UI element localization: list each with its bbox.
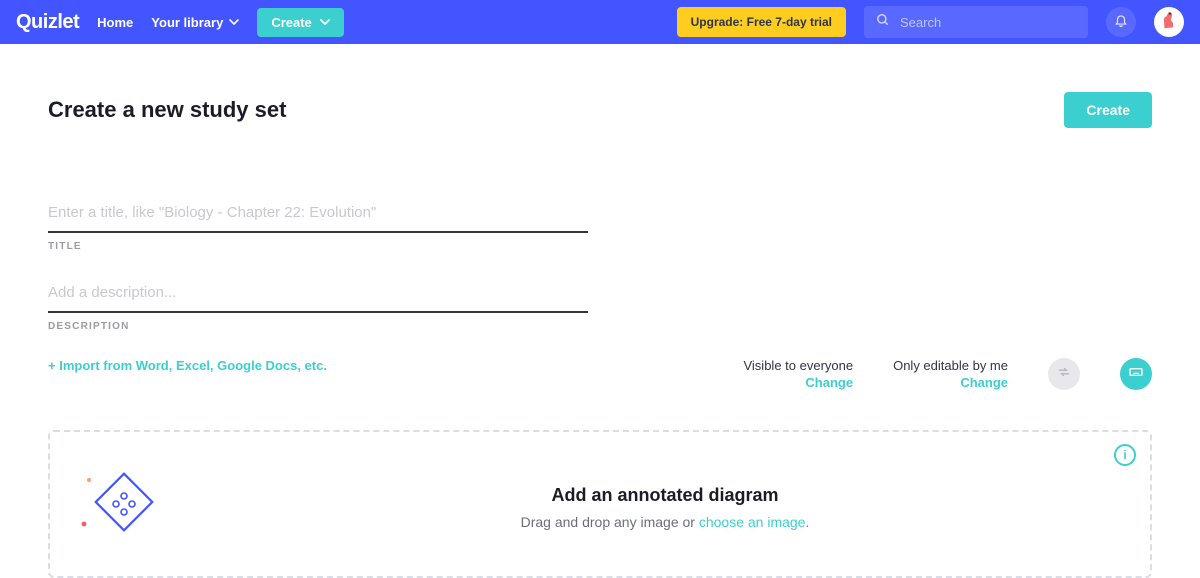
choose-image-link[interactable]: choose an image [699, 514, 806, 530]
visibility-block: Visible to everyone Change [743, 358, 853, 390]
page-title: Create a new study set [48, 97, 286, 123]
description-field-label: DESCRIPTION [48, 321, 588, 332]
avatar-icon [1158, 9, 1180, 36]
top-nav: Quizlet Home Your library Create Upgrade… [0, 0, 1200, 44]
dropzone-sub-suffix: . [805, 514, 809, 530]
set-form: TITLE DESCRIPTION [48, 198, 588, 332]
visibility-label: Visible to everyone [743, 358, 853, 373]
title-field: TITLE [48, 198, 588, 252]
nav-home[interactable]: Home [97, 15, 133, 30]
chevron-down-icon [229, 15, 239, 30]
editable-label: Only editable by me [893, 358, 1008, 373]
upgrade-button[interactable]: Upgrade: Free 7-day trial [677, 7, 846, 37]
swap-icon [1057, 365, 1071, 384]
visibility-change-link[interactable]: Change [743, 375, 853, 390]
create-set-button[interactable]: Create [1064, 92, 1152, 128]
title-field-label: TITLE [48, 241, 588, 252]
nav-your-library[interactable]: Your library [151, 15, 239, 30]
editable-block: Only editable by me Change [893, 358, 1008, 390]
nav-create-label: Create [271, 15, 311, 30]
description-input[interactable] [48, 278, 588, 313]
dropzone-text: Add an annotated diagram Drag and drop a… [204, 485, 1126, 530]
search-icon [876, 13, 890, 32]
nav-your-library-label: Your library [151, 15, 223, 30]
quizlet-logo[interactable]: Quizlet [16, 11, 79, 34]
dropzone-sub-prefix: Drag and drop any image or [521, 514, 699, 530]
keyboard-icon [1128, 364, 1144, 385]
chevron-down-icon [320, 15, 330, 30]
dropzone-subtitle: Drag and drop any image or choose an ima… [204, 514, 1126, 530]
import-link[interactable]: + Import from Word, Excel, Google Docs, … [48, 358, 327, 373]
description-field: DESCRIPTION [48, 278, 588, 332]
page-header: Create a new study set Create [48, 92, 1152, 128]
page-content: Create a new study set Create TITLE DESC… [0, 92, 1200, 578]
dropzone-title: Add an annotated diagram [204, 485, 1126, 506]
info-icon: i [1123, 448, 1126, 462]
swap-button[interactable] [1048, 358, 1080, 390]
notifications-button[interactable] [1106, 7, 1136, 37]
diagram-illustration [74, 462, 164, 552]
nav-create-button[interactable]: Create [257, 8, 343, 37]
search-box[interactable] [864, 6, 1088, 38]
bell-icon [1114, 13, 1128, 32]
avatar[interactable] [1154, 7, 1184, 37]
editable-change-link[interactable]: Change [893, 375, 1008, 390]
dropzone-info-button[interactable]: i [1114, 444, 1136, 466]
title-input[interactable] [48, 198, 588, 233]
search-input[interactable] [900, 15, 1076, 30]
keyboard-button[interactable] [1120, 358, 1152, 390]
meta-row: + Import from Word, Excel, Google Docs, … [48, 358, 1152, 390]
